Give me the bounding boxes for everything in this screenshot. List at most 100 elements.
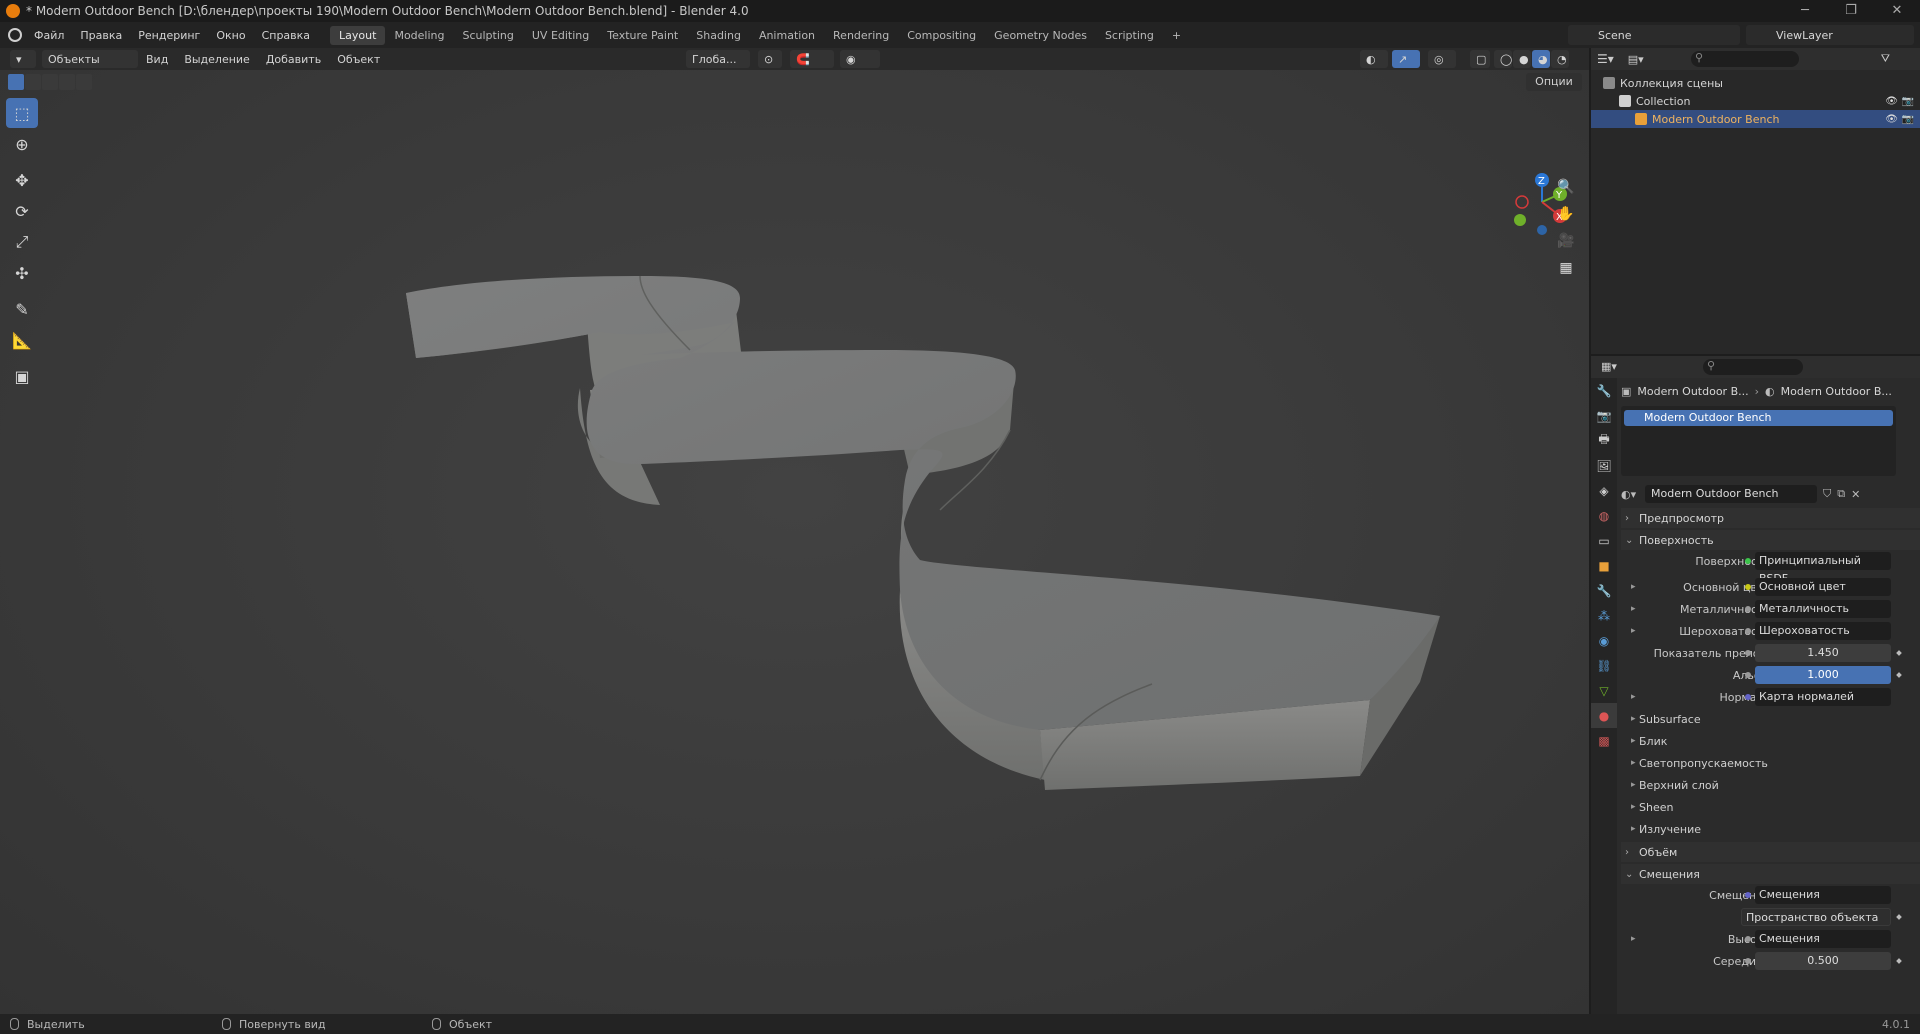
- display-mode-icon[interactable]: ▤▾: [1628, 53, 1644, 66]
- scene-selector[interactable]: Scene: [1568, 25, 1740, 45]
- outliner-row[interactable]: Коллекция сцены: [1591, 74, 1920, 92]
- render-camera-icon[interactable]: 📷: [1902, 114, 1914, 125]
- material-shading-icon[interactable]: ◕: [1532, 50, 1550, 68]
- render-tab-icon[interactable]: 📷: [1591, 403, 1617, 428]
- grid-perspective-icon[interactable]: ▦: [1553, 255, 1579, 281]
- subpanel-toggle[interactable]: ▸ Sheen: [1621, 796, 1920, 818]
- socket-dot-icon[interactable]: [1745, 650, 1751, 656]
- input-link-field[interactable]: Принципиальный BSDF: [1755, 552, 1891, 585]
- solid-shading-icon[interactable]: ●: [1513, 50, 1531, 68]
- outliner-editor-icon[interactable]: ☰▾: [1597, 52, 1614, 66]
- physics-tab-icon[interactable]: ◉: [1591, 628, 1617, 653]
- minimize-button[interactable]: ─: [1782, 0, 1828, 22]
- 3d-viewport[interactable]: Z Y X: [0, 70, 1589, 1014]
- snap-icon[interactable]: 🧲: [790, 50, 834, 68]
- collection-tab-icon[interactable]: ▭: [1591, 528, 1617, 553]
- add-cube-icon[interactable]: ▣: [6, 361, 38, 391]
- select-new-icon[interactable]: [8, 74, 24, 90]
- socket-dot-icon[interactable]: [1745, 628, 1751, 634]
- object-tab-icon[interactable]: ■: [1591, 553, 1617, 578]
- output-tab-icon[interactable]: 🖶: [1591, 428, 1617, 453]
- socket-dot-icon[interactable]: [1745, 892, 1751, 898]
- subpanel-toggle[interactable]: ▸ Верхний слой: [1621, 774, 1920, 796]
- material-name-field[interactable]: Modern Outdoor Bench: [1645, 485, 1817, 503]
- workspace-tab[interactable]: Scripting: [1096, 26, 1163, 45]
- menu-view[interactable]: Вид: [138, 53, 176, 66]
- subpanel-toggle[interactable]: ▸ Светопропускаемость: [1621, 752, 1920, 774]
- select-subtract-icon[interactable]: [42, 74, 58, 90]
- blender-menu-icon[interactable]: [8, 28, 22, 42]
- subpanel-toggle[interactable]: ▸ Излучение: [1621, 818, 1920, 840]
- constraints-tab-icon[interactable]: ⛓: [1591, 653, 1617, 678]
- menu-object[interactable]: Объект: [329, 53, 388, 66]
- transform-orientation-dropdown[interactable]: Глоба...: [686, 50, 750, 68]
- add-workspace-button[interactable]: +: [1163, 26, 1190, 45]
- subpanel-toggle[interactable]: ▸ Subsurface: [1621, 708, 1920, 730]
- rotate-icon[interactable]: ⟳: [6, 196, 38, 226]
- input-link-field[interactable]: Шероховатость: [1755, 622, 1891, 640]
- visibility-icon[interactable]: ◐: [1360, 50, 1388, 68]
- duplicate-material-icon[interactable]: ⧉: [1837, 487, 1845, 501]
- scene-tab-icon[interactable]: ◈: [1591, 478, 1617, 503]
- menu-edit[interactable]: Правка: [72, 29, 130, 42]
- expand-arrow-icon[interactable]: ▸: [1631, 604, 1636, 614]
- options-dropdown[interactable]: Опции: [1526, 73, 1582, 91]
- camera-icon[interactable]: 🎥: [1553, 228, 1579, 254]
- bench-model[interactable]: [0, 70, 1589, 1014]
- move-icon[interactable]: ✥: [6, 165, 38, 195]
- transform-icon[interactable]: ✣: [6, 258, 38, 288]
- annotate-icon[interactable]: ✎: [6, 294, 38, 324]
- expand-arrow-icon[interactable]: ▸: [1631, 582, 1636, 592]
- render-camera-icon[interactable]: 📷: [1902, 96, 1914, 107]
- view-layer-tab-icon[interactable]: 🖼: [1591, 453, 1617, 478]
- filter-icon[interactable]: ⛛: [1881, 52, 1890, 66]
- number-field[interactable]: 0.500: [1755, 952, 1891, 970]
- keyframe-icon[interactable]: [1896, 672, 1902, 678]
- outliner-search-input[interactable]: [1691, 51, 1799, 67]
- workspace-tab[interactable]: Animation: [750, 26, 824, 45]
- material-tab-icon[interactable]: ●: [1591, 703, 1617, 728]
- texture-tab-icon[interactable]: ▩: [1591, 728, 1617, 753]
- input-link-field[interactable]: Металличность: [1755, 600, 1891, 618]
- maximize-button[interactable]: ❐: [1828, 0, 1874, 22]
- menu-help[interactable]: Справка: [254, 29, 318, 42]
- socket-dot-icon[interactable]: [1745, 936, 1751, 942]
- material-browse-icon[interactable]: ◐▾: [1621, 488, 1645, 501]
- socket-dot-icon[interactable]: [1745, 672, 1751, 678]
- workspace-tab[interactable]: Modeling: [385, 26, 453, 45]
- menu-file[interactable]: Файл: [26, 29, 72, 42]
- input-link-field[interactable]: Смещения: [1755, 886, 1891, 904]
- expand-arrow-icon[interactable]: ▸: [1631, 934, 1636, 944]
- expand-arrow-icon[interactable]: ▸: [1631, 626, 1636, 636]
- input-link-field[interactable]: Карта нормалей: [1755, 688, 1891, 706]
- pivot-icon[interactable]: ⊙: [758, 50, 782, 68]
- close-button[interactable]: ✕: [1874, 0, 1920, 22]
- socket-dot-icon[interactable]: [1745, 958, 1751, 964]
- socket-dot-icon[interactable]: [1745, 558, 1751, 564]
- workspace-tab[interactable]: Sculpting: [454, 26, 523, 45]
- tool-tab-icon[interactable]: 🔧: [1591, 378, 1617, 403]
- keyframe-icon[interactable]: [1896, 958, 1902, 964]
- workspace-tab[interactable]: Compositing: [898, 26, 985, 45]
- fake-user-icon[interactable]: ⛉: [1823, 487, 1831, 501]
- subpanel-toggle[interactable]: ▸ Блик: [1621, 730, 1920, 752]
- keyframe-icon[interactable]: [1896, 650, 1902, 656]
- proportional-edit-icon[interactable]: ◉: [840, 50, 880, 68]
- properties-editor-icon[interactable]: ▦▾: [1601, 360, 1617, 373]
- workspace-tab[interactable]: Shading: [687, 26, 750, 45]
- measure-icon[interactable]: 📐: [6, 325, 38, 355]
- modifier-tab-icon[interactable]: 🔧: [1591, 578, 1617, 603]
- space-dropdown[interactable]: Пространство объекта: [1741, 908, 1891, 926]
- xray-icon[interactable]: ▢: [1470, 50, 1490, 68]
- material-slot-list[interactable]: Modern Outdoor Bench: [1621, 406, 1896, 476]
- socket-dot-icon[interactable]: [1745, 584, 1751, 590]
- gizmo-toggle-icon[interactable]: ↗: [1392, 50, 1420, 68]
- panel-preview[interactable]: › Предпросмотр: [1621, 508, 1920, 528]
- cursor-icon[interactable]: ⊕: [6, 129, 38, 159]
- world-tab-icon[interactable]: ◍: [1591, 503, 1617, 528]
- socket-dot-icon[interactable]: [1745, 606, 1751, 612]
- rendered-shading-icon[interactable]: ◔: [1551, 50, 1569, 68]
- select-intersect-icon[interactable]: [76, 74, 92, 90]
- unlink-material-icon[interactable]: ✕: [1851, 488, 1860, 501]
- scale-icon[interactable]: ⤢: [6, 227, 38, 257]
